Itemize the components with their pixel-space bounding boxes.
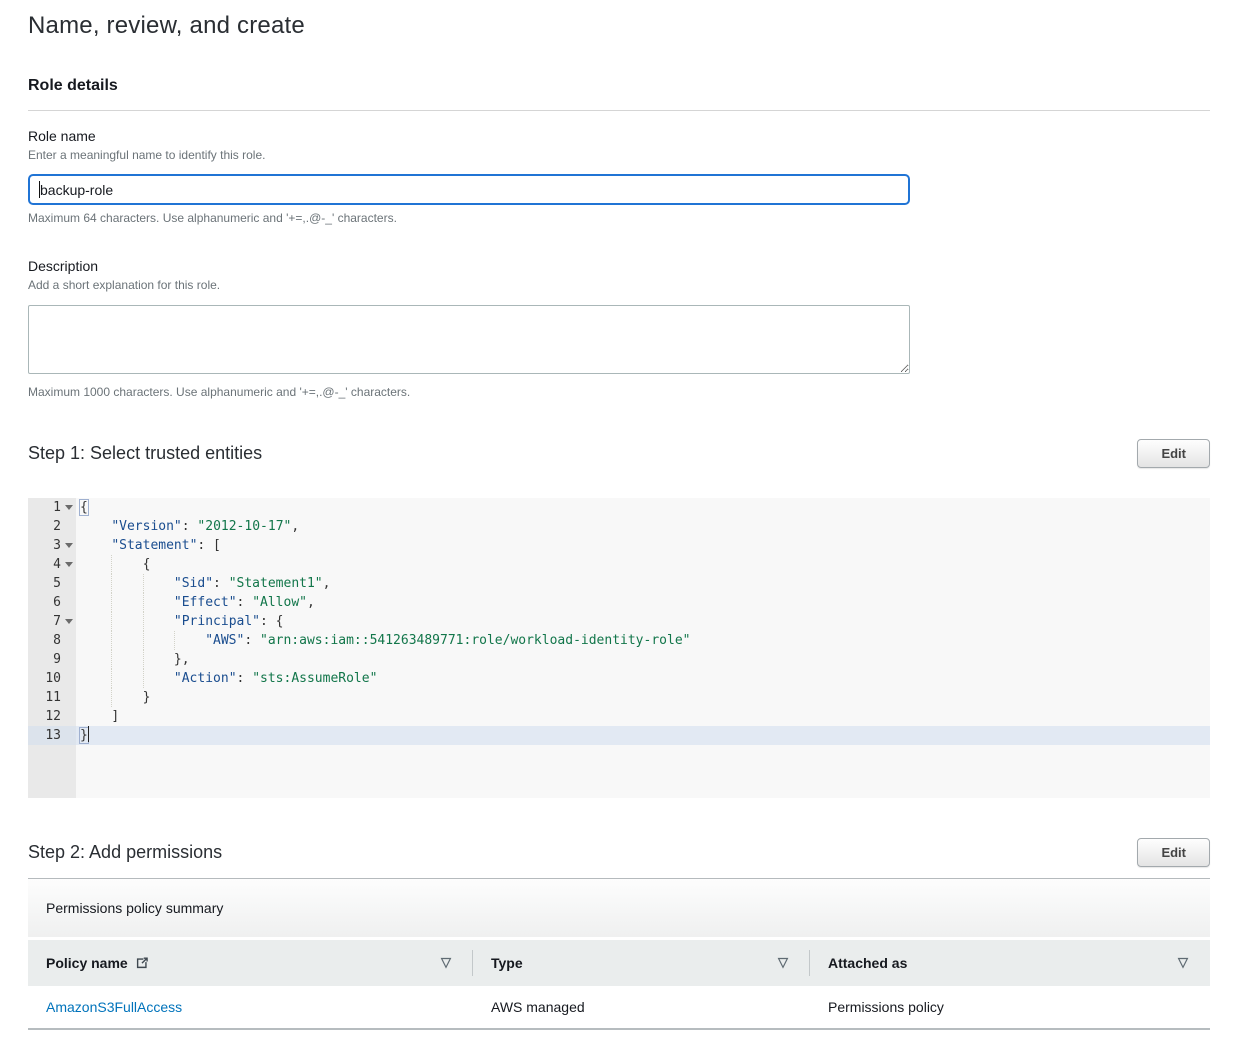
code-line[interactable]: { (76, 498, 1210, 517)
column-header-type[interactable]: Type ▽ (473, 940, 810, 986)
gutter-line-number: 8 (28, 631, 76, 650)
gutter-line-number: 3 (28, 536, 76, 555)
step2-header-row: Step 2: Add permissions Edit (28, 838, 1210, 867)
gutter-line-number: 4 (28, 555, 76, 574)
column-header-label: Policy name (46, 955, 128, 971)
gutter-line-number: 7 (28, 612, 76, 631)
editor-code-area[interactable]: { "Version": "2012-10-17", "Statement": … (76, 498, 1210, 798)
indent-guide (111, 612, 142, 631)
fold-arrow-icon[interactable] (65, 505, 73, 510)
gutter-line-number: 13 (28, 726, 76, 745)
step1-header-row: Step 1: Select trusted entities Edit (28, 439, 1210, 468)
gutter-line-number: 9 (28, 650, 76, 669)
code-line[interactable]: }, (76, 650, 1210, 669)
indent-guide (111, 650, 142, 669)
fold-arrow-icon[interactable] (65, 562, 73, 567)
description-help: Add a short explanation for this role. (28, 278, 1210, 292)
role-name-field-group: Role name Enter a meaningful name to ide… (28, 128, 1210, 225)
role-name-help: Enter a meaningful name to identify this… (28, 148, 1210, 162)
code-line[interactable]: "Statement": [ (76, 536, 1210, 555)
permissions-summary-title: Permissions policy summary (28, 900, 223, 916)
description-field-group: Description Add a short explanation for … (28, 258, 1210, 399)
code-line[interactable]: "Effect": "Allow", (76, 593, 1210, 612)
trust-policy-json-editor[interactable]: 12345678910111213 { "Version": "2012-10-… (28, 498, 1210, 798)
editor-gutter: 12345678910111213 (28, 498, 76, 798)
step1-heading: Step 1: Select trusted entities (28, 443, 262, 464)
filter-triangle-icon[interactable]: ▽ (1178, 954, 1188, 970)
section-divider (28, 110, 1210, 111)
table-cell: AmazonS3FullAccess (28, 986, 473, 1028)
fold-arrow-icon[interactable] (65, 543, 73, 548)
indent-guide (143, 650, 174, 669)
role-name-input-wrap (28, 174, 910, 205)
description-label: Description (28, 258, 1210, 274)
indent-guide (143, 612, 174, 631)
gutter-line-number: 2 (28, 517, 76, 536)
gutter-line-number: 6 (28, 593, 76, 612)
code-line[interactable]: ] (76, 707, 1210, 726)
gutter-line-number: 11 (28, 688, 76, 707)
column-header-policy-name[interactable]: Policy name ▽ (28, 940, 473, 986)
gutter-line-number: 12 (28, 707, 76, 726)
page-title: Name, review, and create (28, 0, 1210, 40)
filter-triangle-icon[interactable]: ▽ (441, 954, 451, 970)
indent-guide (111, 574, 142, 593)
indent-guide (111, 688, 142, 707)
column-header-attached-as[interactable]: Attached as ▽ (810, 940, 1210, 986)
indent-guide (143, 574, 174, 593)
indent-guide (143, 669, 174, 688)
external-link-icon (135, 956, 149, 970)
page-container: Name, review, and create Role details Ro… (0, 0, 1242, 1030)
code-line[interactable]: "Sid": "Statement1", (76, 574, 1210, 593)
indent-guide (111, 669, 142, 688)
permissions-table-body: AmazonS3FullAccess AWS managedPermissions… (28, 986, 1210, 1030)
table-cell: AWS managed (473, 986, 810, 1028)
policy-name-link[interactable]: AmazonS3FullAccess (46, 999, 182, 1015)
filter-triangle-icon[interactable]: ▽ (778, 954, 788, 970)
code-line[interactable]: { (76, 555, 1210, 574)
code-line[interactable]: "Version": "2012-10-17", (76, 517, 1210, 536)
column-header-label: Attached as (828, 955, 907, 971)
indent-guide (111, 593, 142, 612)
gutter-line-number: 1 (28, 498, 76, 517)
role-name-input[interactable] (28, 174, 910, 205)
code-line[interactable]: "AWS": "arn:aws:iam::541263489771:role/w… (76, 631, 1210, 650)
gutter-line-number: 5 (28, 574, 76, 593)
editor-cursor (88, 726, 89, 742)
code-line[interactable]: } (76, 726, 1210, 745)
code-line[interactable]: } (76, 688, 1210, 707)
indent-guide (174, 631, 205, 650)
indent-guide (143, 593, 174, 612)
indent-guide (143, 631, 174, 650)
indent-guide (111, 631, 142, 650)
permissions-table: Policy name ▽ Type ▽ Attached as ▽ AmazonS3Fu… (28, 940, 1210, 1030)
indent-guide (111, 555, 142, 574)
description-hint: Maximum 1000 characters. Use alphanumeri… (28, 385, 1210, 399)
step2-heading: Step 2: Add permissions (28, 842, 222, 863)
step1-edit-button[interactable]: Edit (1137, 439, 1210, 468)
permissions-table-header: Policy name ▽ Type ▽ Attached as ▽ (28, 940, 1210, 986)
step2-edit-button[interactable]: Edit (1137, 838, 1210, 867)
role-details-heading: Role details (28, 77, 1210, 95)
role-name-label: Role name (28, 128, 1210, 144)
table-row: AmazonS3FullAccess AWS managedPermissions… (28, 986, 1210, 1030)
code-line[interactable]: "Action": "sts:AssumeRole" (76, 669, 1210, 688)
table-cell: Permissions policy (810, 986, 1210, 1028)
column-header-label: Type (491, 955, 523, 971)
description-textarea[interactable] (28, 305, 910, 374)
code-line[interactable]: "Principal": { (76, 612, 1210, 631)
role-name-hint: Maximum 64 characters. Use alphanumeric … (28, 211, 1210, 225)
fold-arrow-icon[interactable] (65, 619, 73, 624)
gutter-line-number: 10 (28, 669, 76, 688)
permissions-summary-panel-header: Permissions policy summary (28, 879, 1210, 937)
